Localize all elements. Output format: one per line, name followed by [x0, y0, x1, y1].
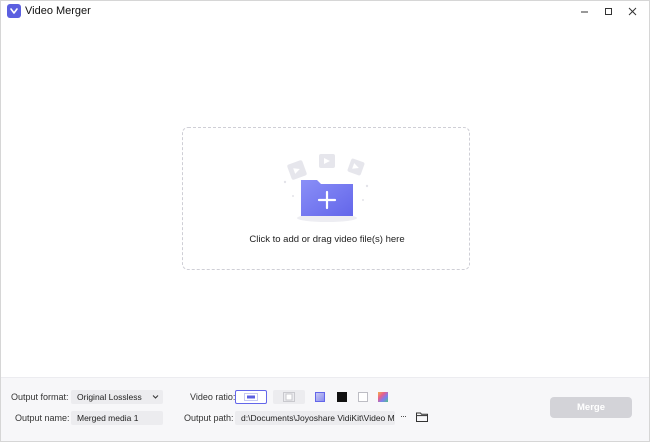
standard-ratio-icon	[283, 392, 295, 402]
output-format-select[interactable]: Original Lossless	[71, 390, 163, 404]
output-format-label: Output format:	[11, 392, 69, 402]
background-custom-color-swatch[interactable]	[378, 392, 388, 402]
video-ratio-label: Video ratio:	[190, 392, 236, 402]
chevron-down-icon	[152, 395, 159, 399]
app-window: Video Merger Click to add or drag video …	[0, 0, 650, 442]
output-path-label: Output path:	[184, 413, 234, 423]
title-bar: Video Merger	[1, 1, 649, 21]
output-name-value: Merged media 1	[77, 413, 139, 423]
output-name-input[interactable]: Merged media 1	[71, 411, 163, 425]
folder-icon[interactable]	[416, 412, 428, 422]
dropzone-instruction: Click to add or drag video file(s) here	[249, 234, 405, 245]
minimize-icon	[580, 11, 588, 12]
maximize-icon	[604, 7, 612, 15]
window-title: Video Merger	[25, 5, 91, 17]
background-black-swatch[interactable]	[337, 392, 347, 402]
widescreen-icon	[244, 393, 258, 401]
background-white-swatch[interactable]	[358, 392, 368, 402]
maximize-button[interactable]	[597, 2, 619, 20]
background-blur-swatch[interactable]	[315, 392, 325, 402]
output-path-value: d:\Documents\Joyoshare VidiKit\Video Mer…	[241, 413, 395, 423]
add-folder-icon	[283, 154, 369, 222]
add-files-dropzone[interactable]: Click to add or drag video file(s) here	[182, 127, 470, 270]
path-more-button[interactable]: ···	[400, 411, 407, 421]
close-icon	[628, 7, 636, 15]
main-area: Click to add or drag video file(s) here	[9, 23, 641, 375]
ratio-standard-button[interactable]	[273, 390, 305, 404]
merge-button[interactable]: Merge	[550, 397, 632, 418]
app-logo-icon	[7, 4, 21, 18]
ratio-widescreen-button[interactable]	[235, 390, 267, 404]
output-format-value: Original Lossless	[77, 392, 142, 402]
close-button[interactable]	[621, 2, 643, 20]
settings-panel: Output format: Original Lossless Output …	[1, 377, 649, 441]
output-name-label: Output name:	[15, 413, 70, 423]
output-path-input[interactable]: d:\Documents\Joyoshare VidiKit\Video Mer…	[235, 411, 395, 425]
minimize-button[interactable]	[573, 2, 595, 20]
